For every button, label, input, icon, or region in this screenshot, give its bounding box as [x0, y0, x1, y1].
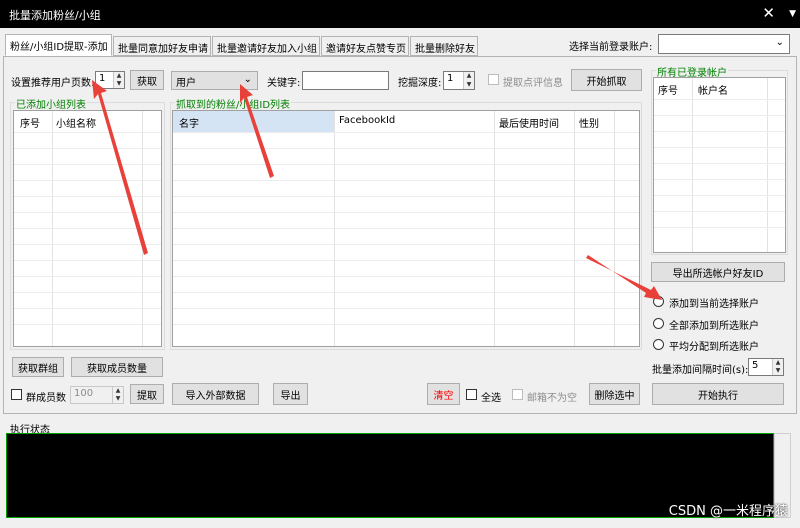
extract-button[interactable]: 提取: [130, 384, 164, 404]
pages-stepper[interactable]: 1 ▲ ▼: [95, 71, 125, 89]
member-count-spin[interactable]: ▲ ▼: [112, 387, 123, 403]
extract-comment-checkbox[interactable]: [488, 74, 499, 85]
pages-value: 1: [99, 73, 106, 84]
chevron-down-icon: ⌄: [243, 74, 252, 85]
tab-extract-add[interactable]: 粉丝/小组ID提取-添加: [5, 34, 112, 56]
email-checkbox[interactable]: [512, 389, 523, 400]
pages-label: 设置推荐用户页数:: [11, 78, 95, 89]
close-icon[interactable]: ✕: [762, 4, 775, 22]
interval-stepper[interactable]: 5 ▲ ▼: [748, 358, 784, 376]
start-fetch-button[interactable]: 开始抓取: [571, 69, 642, 91]
pages-spin[interactable]: ▲ ▼: [113, 72, 124, 88]
extract-comment-label: 提取点评信息: [503, 78, 563, 89]
tab-invite-group[interactable]: 批量邀请好友加入小组: [212, 36, 320, 56]
member-count-stepper[interactable]: 100 ▲ ▼: [70, 386, 124, 404]
watermark: CSDN @一米程序猿: [668, 504, 788, 519]
group-list-grid[interactable]: 序号 小组名称: [13, 110, 162, 347]
interval-value: 5: [752, 360, 759, 371]
account-col-index: 序号: [658, 86, 678, 97]
fetched-list-grid[interactable]: 名字 FacebookId 最后使用时间 性别: [172, 110, 640, 347]
depth-stepper[interactable]: 1 ▲ ▼: [443, 71, 475, 90]
window-menu-icon[interactable]: ▼: [789, 9, 796, 19]
window-title: 批量添加粉丝/小组: [9, 9, 101, 22]
col-last-used: 最后使用时间: [499, 119, 559, 130]
radio-distribute-label: 平均分配到所选账户: [669, 342, 759, 353]
member-count-checkbox[interactable]: [11, 389, 22, 400]
radio-add-all-label: 全部添加到所选账户: [669, 321, 759, 332]
group-col-index: 序号: [20, 119, 40, 130]
radio-add-current[interactable]: [653, 296, 664, 307]
member-count-label: 群成员数: [26, 393, 66, 404]
title-bar: 批量添加粉丝/小组 ✕ ▼: [0, 0, 800, 28]
depth-label: 挖掘深度:: [398, 78, 442, 89]
type-select[interactable]: 用户 ⌄: [171, 71, 258, 90]
interval-label: 批量添加间隔时间(s):: [652, 365, 749, 376]
account-col-name: 帐户名: [698, 86, 728, 97]
col-gender: 性别: [579, 119, 599, 130]
radio-add-current-label: 添加到当前选择账户: [669, 299, 759, 310]
tab-accept-friends[interactable]: 批量同意加好友申请: [113, 36, 211, 56]
member-count-value: 100: [74, 388, 94, 399]
radio-add-all[interactable]: [653, 318, 664, 329]
select-all-checkbox[interactable]: [466, 389, 477, 400]
get-members-button[interactable]: 获取成员数量: [71, 357, 163, 377]
execute-button[interactable]: 开始执行: [652, 383, 784, 405]
clear-button[interactable]: 清空: [427, 383, 460, 405]
col-name: 名字: [179, 119, 199, 130]
group-col-name: 小组名称: [56, 119, 96, 130]
fetched-list-title: 抓取到的粉丝/小组ID列表: [175, 96, 292, 111]
depth-value: 1: [447, 73, 454, 84]
status-console[interactable]: [6, 433, 774, 518]
email-label: 邮箱不为空: [527, 393, 577, 404]
get-groups-button[interactable]: 获取群组: [12, 357, 64, 377]
export-friends-button[interactable]: 导出所选帐户好友ID: [651, 262, 785, 282]
keyword-input[interactable]: [302, 71, 389, 90]
delete-selected-button[interactable]: 删除选中: [589, 383, 640, 405]
tab-invite-like[interactable]: 邀请好友点赞专页: [321, 36, 409, 56]
select-all-label: 全选: [481, 393, 501, 404]
account-select[interactable]: ⌄: [658, 34, 790, 54]
chevron-down-icon: ⌄: [775, 37, 784, 48]
export-button[interactable]: 导出: [273, 383, 308, 405]
fetch-button[interactable]: 获取: [130, 70, 164, 90]
radio-distribute[interactable]: [653, 339, 664, 350]
type-select-value: 用户: [176, 78, 196, 89]
group-list-title: 已添加小组列表: [15, 96, 87, 111]
tab-delete-friends[interactable]: 批量删除好友: [410, 36, 478, 56]
col-facebook-id: FacebookId: [339, 115, 396, 126]
import-button[interactable]: 导入外部数据: [172, 383, 259, 405]
interval-spin[interactable]: ▲ ▼: [772, 359, 783, 375]
depth-spin[interactable]: ▲ ▼: [463, 72, 474, 89]
account-select-label: 选择当前登录账户:: [569, 42, 653, 53]
accounts-grid[interactable]: 序号 帐户名: [653, 77, 786, 253]
keyword-label: 关键字:: [267, 78, 301, 89]
